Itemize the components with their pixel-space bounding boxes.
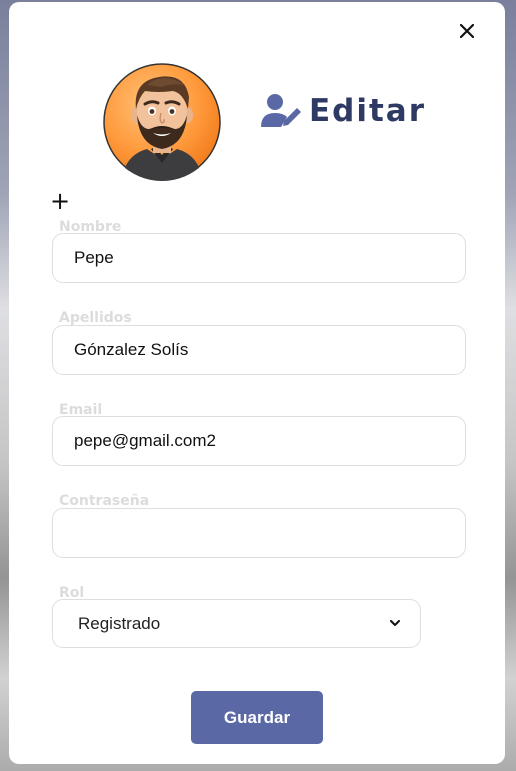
modal-header: Editar [261,88,426,134]
password-input[interactable] [52,508,466,558]
chevron-down-icon [390,620,400,626]
close-button[interactable] [456,20,478,42]
edit-user-modal: Editar + Nombre Apellidos Email Contrase… [9,2,505,764]
rol-selected-value: Registrado [78,613,161,633]
user-edit-icon [261,94,301,127]
nombre-input[interactable] [52,233,466,283]
email-input[interactable] [52,416,466,466]
apellidos-label: Apellidos [59,310,132,326]
close-icon [460,24,474,38]
save-button[interactable]: Guardar [191,691,323,744]
rol-select[interactable]: Registrado [52,599,421,648]
add-icon[interactable]: + [50,188,72,214]
contrasena-label: Contraseña [59,493,150,509]
apellidos-input[interactable] [52,325,466,375]
avatar [103,63,221,181]
page-title: Editar [309,93,427,129]
